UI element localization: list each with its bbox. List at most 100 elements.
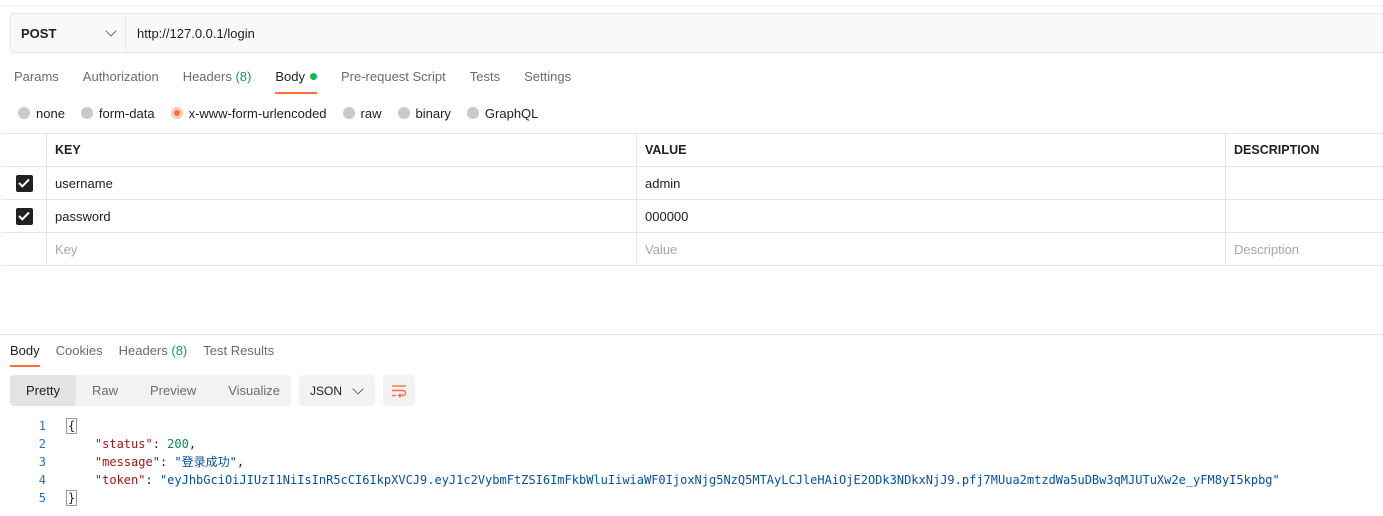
code-line: 4 "token": "eyJhbGciOiJIUzI1NiIsInR5cCI6…: [0, 471, 1280, 489]
method-dropdown[interactable]: POST: [11, 14, 126, 52]
tab-tests[interactable]: Tests: [470, 68, 500, 94]
response-tab-headers[interactable]: Headers (8): [119, 343, 188, 367]
tab-body[interactable]: Body: [275, 68, 317, 94]
row-checkbox-cell: [2, 167, 47, 199]
chevron-down-icon: [105, 25, 117, 37]
radio-graphql[interactable]: GraphQL: [466, 106, 538, 121]
key-placeholder[interactable]: Key: [47, 233, 637, 265]
code-text: "status": 200,: [94, 437, 197, 451]
response-tab-body[interactable]: Body: [10, 343, 40, 367]
method-label: POST: [21, 25, 57, 41]
table-row-new: Key Value Description: [2, 233, 1383, 266]
description-cell[interactable]: [1226, 200, 1383, 232]
tab-label: Tests: [469, 69, 501, 84]
params-table: KEY VALUE DESCRIPTION username admin pas…: [2, 133, 1383, 266]
tab-label: Cookies: [55, 343, 103, 358]
code-text: {: [46, 417, 78, 435]
tab-label: Headers: [182, 69, 232, 84]
response-body-viewer[interactable]: 1 { 2 "status": 200, 3 "message": "登录成功"…: [0, 417, 1280, 507]
value-column-header: VALUE: [637, 134, 1226, 166]
checkmark-icon: [18, 211, 30, 221]
view-preview-button[interactable]: Preview: [134, 375, 212, 406]
response-divider[interactable]: [0, 334, 1383, 335]
tab-label: Authorization: [82, 69, 159, 84]
json-key: "token": [94, 473, 146, 487]
key-cell[interactable]: username: [47, 167, 637, 199]
request-tabs: Params Authorization Headers (8) Body Pr…: [14, 68, 595, 94]
table-header-row: KEY VALUE DESCRIPTION: [2, 134, 1383, 167]
value-cell[interactable]: admin: [637, 167, 1226, 199]
checkmark-icon: [18, 178, 30, 188]
row-checkbox[interactable]: [15, 174, 33, 192]
body-type-radios: none form-data x-www-form-urlencoded raw…: [18, 104, 554, 122]
description-cell[interactable]: [1226, 167, 1383, 199]
request-url-bar: POST http://127.0.0.1/login: [10, 13, 1383, 53]
row-checkbox-cell: [2, 233, 47, 265]
response-tab-cookies[interactable]: Cookies: [56, 343, 103, 367]
radio-form-data[interactable]: form-data: [80, 105, 155, 121]
wrap-lines-button[interactable]: [383, 375, 415, 406]
description-column-header: DESCRIPTION: [1234, 143, 1320, 157]
value-cell[interactable]: 000000: [637, 200, 1226, 232]
radio-circle-icon: [80, 107, 93, 119]
tab-authorization[interactable]: Authorization: [83, 68, 159, 94]
tab-label: Pre-request Script: [340, 69, 446, 84]
description-placeholder[interactable]: Description: [1226, 233, 1383, 265]
tab-params[interactable]: Params: [14, 68, 59, 94]
line-number: 1: [38, 419, 46, 433]
headers-count: (8): [235, 69, 252, 84]
format-label: JSON: [310, 383, 343, 398]
radio-raw[interactable]: raw: [342, 105, 382, 121]
close-brace: }: [66, 490, 78, 506]
key-cell[interactable]: password: [47, 200, 637, 232]
body-indicator-dot: [309, 73, 317, 80]
view-mode-toggle: Pretty Raw Preview Visualize: [10, 375, 291, 406]
format-dropdown[interactable]: JSON: [299, 375, 375, 406]
radio-circle-icon: [18, 107, 30, 119]
json-number: 200: [167, 437, 189, 451]
row-checkbox-cell: [2, 200, 47, 232]
row-checkbox[interactable]: [15, 207, 33, 225]
radio-label: none: [36, 105, 65, 121]
radio-label: form-data: [98, 105, 155, 121]
tab-headers[interactable]: Headers (8): [183, 68, 252, 94]
url-input[interactable]: http://127.0.0.1/login: [126, 14, 255, 52]
code-line: 3 "message": "登录成功",: [0, 453, 1280, 471]
radio-binary[interactable]: binary: [397, 105, 451, 121]
code-line: 1 {: [0, 417, 1280, 435]
radio-circle-icon: [397, 107, 410, 119]
value-placeholder[interactable]: Value: [637, 233, 1226, 265]
tab-label: Test Results: [203, 343, 275, 358]
code-line: 2 "status": 200,: [0, 435, 1280, 453]
response-tab-test-results[interactable]: Test Results: [203, 343, 274, 367]
tab-prerequest-script[interactable]: Pre-request Script: [341, 68, 446, 94]
json-string: "eyJhbGciOiJIUzI1NiIsInR5cCI6IkpXVCJ9.ey…: [159, 473, 1280, 487]
json-key: "message": [94, 455, 160, 469]
tab-label: Body: [10, 343, 40, 358]
line-number: 4: [38, 473, 46, 487]
tab-settings[interactable]: Settings: [524, 68, 571, 94]
radio-circle-icon: [466, 107, 479, 119]
radio-label: x-www-form-urlencoded: [188, 105, 327, 121]
radio-none[interactable]: none: [18, 106, 65, 121]
table-row: username admin: [2, 167, 1383, 200]
response-tabs: Body Cookies Headers (8) Test Results: [10, 343, 290, 367]
view-visualize-button[interactable]: Visualize: [212, 375, 296, 406]
radio-urlencoded[interactable]: x-www-form-urlencoded: [170, 105, 327, 121]
top-divider: [0, 5, 1383, 6]
line-number: 2: [38, 437, 46, 451]
tab-label: Settings: [524, 69, 572, 84]
code-text: "token": "eyJhbGciOiJIUzI1NiIsInR5cCI6Ik…: [94, 473, 1280, 487]
code-text: }: [46, 489, 78, 507]
radio-label: binary: [415, 105, 451, 121]
radio-circle-icon: [342, 107, 355, 119]
view-raw-button[interactable]: Raw: [76, 375, 134, 406]
wrap-lines-icon: [392, 384, 407, 398]
radio-label: raw: [360, 105, 382, 121]
checkbox-column-header: [2, 134, 47, 166]
view-pretty-button[interactable]: Pretty: [10, 375, 76, 406]
table-row: password 000000: [2, 200, 1383, 233]
line-number: 3: [38, 455, 46, 469]
json-key: "status": [94, 437, 153, 451]
headers-count: (8): [171, 343, 188, 358]
